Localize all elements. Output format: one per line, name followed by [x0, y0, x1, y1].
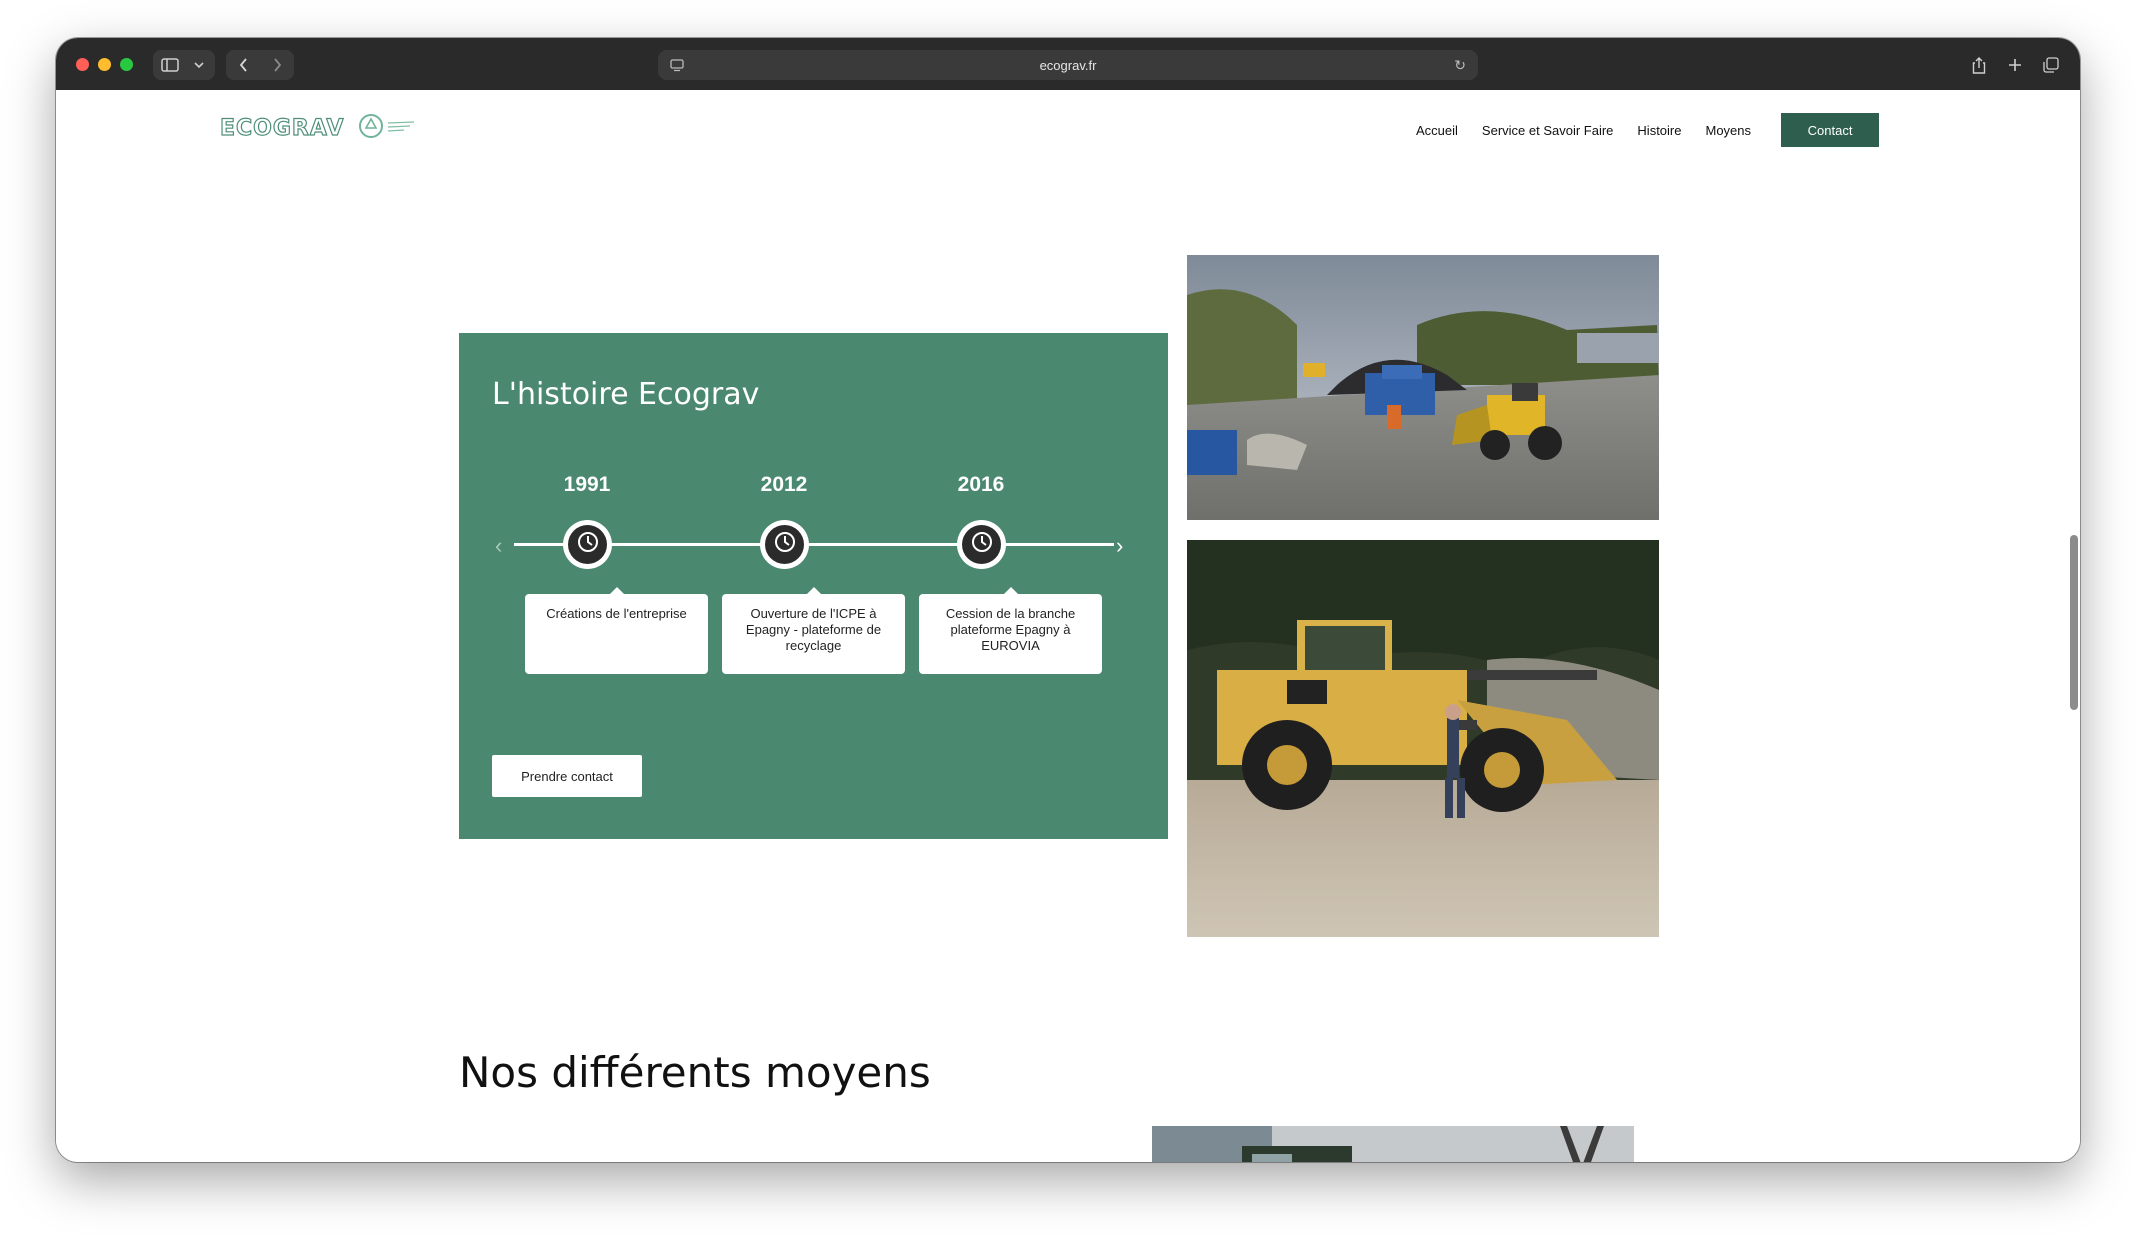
- browser-toolbar: ecograv.fr ↻: [56, 38, 2080, 90]
- page-scrollbar[interactable]: [2070, 535, 2078, 710]
- page-settings-icon[interactable]: [670, 58, 684, 77]
- timeline-card: Créations de l'entreprise: [525, 587, 708, 674]
- screen: ecograv.fr ↻ ECOGRAV Accueil Service et …: [0, 0, 2135, 1235]
- address-bar[interactable]: ecograv.fr ↻: [658, 50, 1478, 80]
- timeline-node[interactable]: [760, 520, 809, 569]
- nav-link-moyens[interactable]: Moyens: [1706, 123, 1752, 138]
- timeline-node[interactable]: [957, 520, 1006, 569]
- timeline-next-icon[interactable]: ›: [1116, 533, 1123, 559]
- moyens-section-title: Nos différents moyens: [459, 1048, 931, 1097]
- timeline-year: 2012: [760, 473, 808, 496]
- back-icon[interactable]: [226, 50, 260, 80]
- minimize-window-button[interactable]: [98, 58, 111, 71]
- share-icon[interactable]: [1966, 50, 1992, 80]
- browser-window: ecograv.fr ↻ ECOGRAV Accueil Service et …: [56, 38, 2080, 1162]
- nav-link-histoire[interactable]: Histoire: [1637, 123, 1681, 138]
- browser-actions: [1966, 50, 2064, 80]
- maximize-window-button[interactable]: [120, 58, 133, 71]
- close-window-button[interactable]: [76, 58, 89, 71]
- machinery-photo: [1152, 1126, 1634, 1162]
- timeline-node[interactable]: [563, 520, 612, 569]
- clock-icon: [577, 531, 599, 558]
- recycle-logo-icon: [358, 113, 418, 144]
- web-page: ECOGRAV Accueil Service et Savoir Faire …: [56, 90, 2080, 1162]
- sidebar-toggle-group[interactable]: [153, 50, 215, 80]
- sidebar-icon[interactable]: [153, 50, 187, 80]
- reload-icon[interactable]: ↻: [1454, 57, 1466, 74]
- wheel-loader-photo: [1187, 540, 1659, 937]
- url-text[interactable]: ecograv.fr: [1040, 58, 1097, 73]
- nav-link-accueil[interactable]: Accueil: [1416, 123, 1458, 138]
- timeline-prev-icon[interactable]: ‹: [495, 533, 502, 559]
- history-panel: L'histoire Ecograv 1991 2012 2016 ‹ › Cr…: [459, 333, 1168, 839]
- quarry-site-photo: [1187, 255, 1659, 520]
- timeline-year: 2016: [957, 473, 1005, 496]
- logo-wordmark: ECOGRAV: [219, 115, 345, 141]
- clock-icon: [971, 531, 993, 558]
- tabs-overview-icon[interactable]: [2038, 50, 2064, 80]
- main-nav: Accueil Service et Savoir Faire Histoire…: [1416, 113, 1880, 147]
- timeline-card: Ouverture de l'ICPE à Epagny - plateform…: [722, 587, 905, 674]
- history-title: L'histoire Ecograv: [492, 377, 760, 412]
- history-nav-group: [226, 50, 294, 80]
- contact-button[interactable]: Contact: [1781, 113, 1880, 147]
- nav-link-service[interactable]: Service et Savoir Faire: [1482, 123, 1614, 138]
- chevron-down-icon[interactable]: [187, 50, 211, 80]
- new-tab-icon[interactable]: [2002, 50, 2028, 80]
- clock-icon: [774, 531, 796, 558]
- forward-icon[interactable]: [260, 50, 294, 80]
- timeline-year: 1991: [563, 473, 611, 496]
- prendre-contact-button[interactable]: Prendre contact: [492, 755, 642, 797]
- timeline-card: Cession de la branche plateforme Epagny …: [919, 587, 1102, 674]
- site-logo[interactable]: ECOGRAV: [219, 113, 418, 144]
